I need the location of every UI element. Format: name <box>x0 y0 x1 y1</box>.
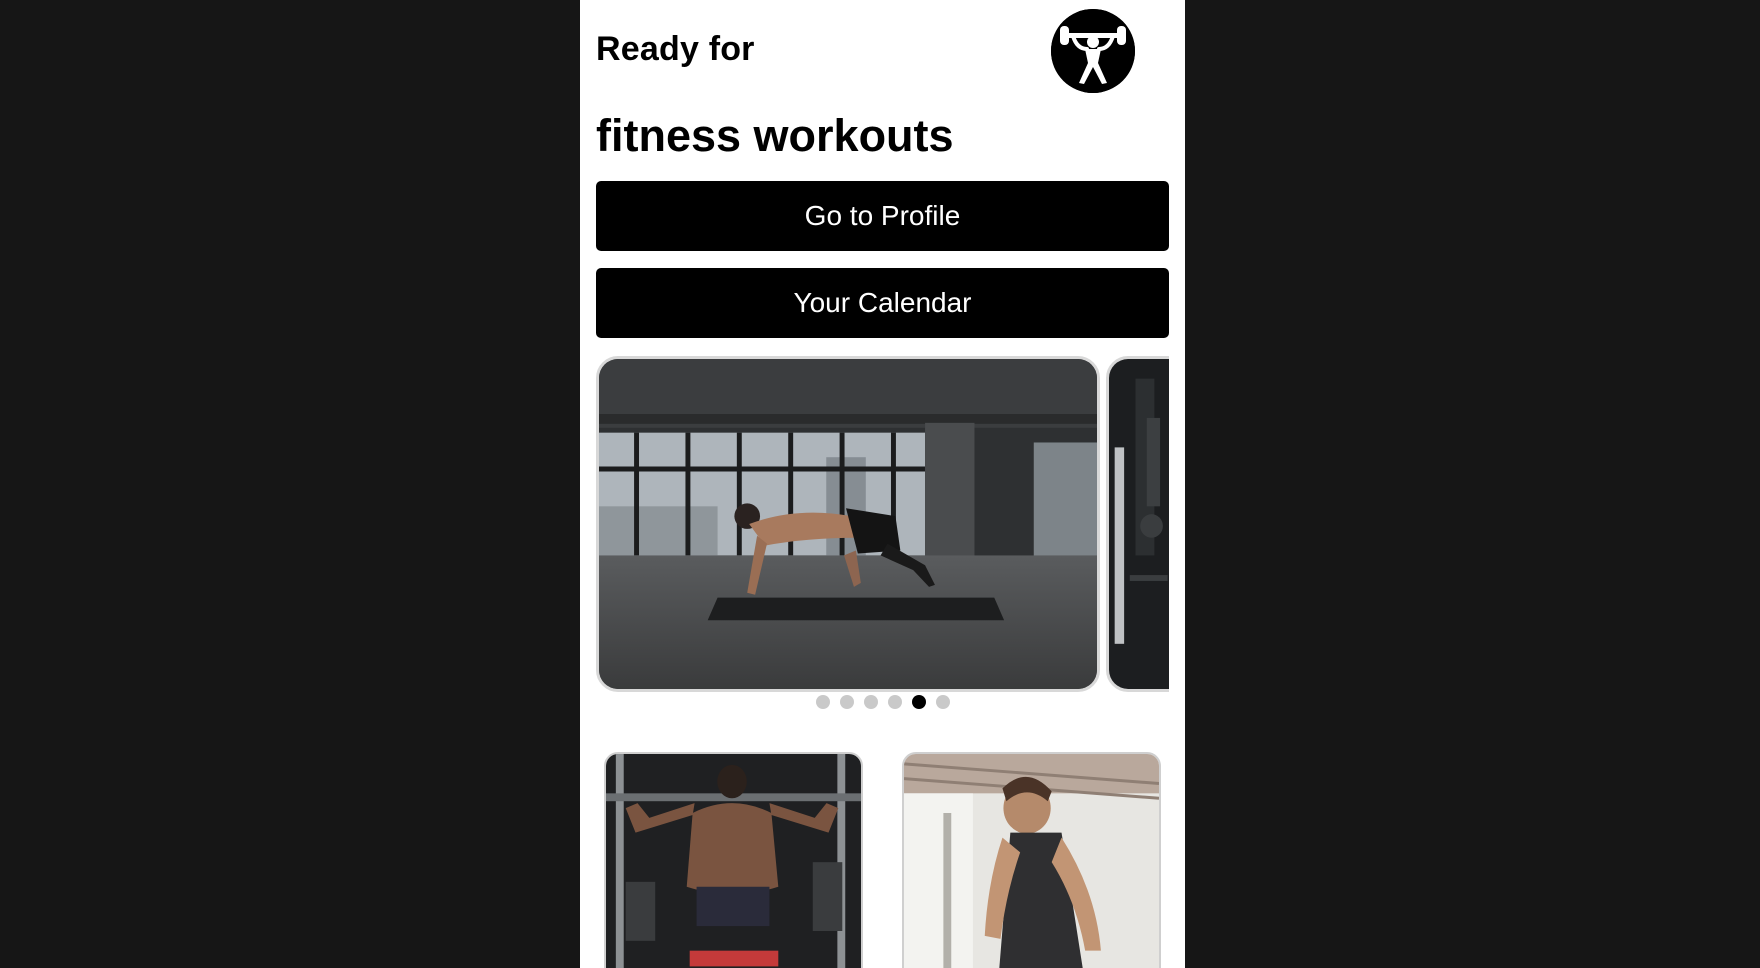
carousel-dot[interactable] <box>888 695 902 709</box>
workout-carousel[interactable] <box>596 356 1169 692</box>
workout-card-man[interactable] <box>902 752 1161 968</box>
workout-card-back[interactable] <box>604 752 863 968</box>
weightlifter-icon <box>1051 9 1135 93</box>
go-to-profile-button[interactable]: Go to Profile <box>596 181 1169 251</box>
app-screen: Ready for fitness workouts Go to Profile… <box>580 0 1185 968</box>
carousel-dot[interactable] <box>840 695 854 709</box>
gym-equipment-photo <box>1109 359 1169 689</box>
carousel-dot-active[interactable] <box>912 695 926 709</box>
carousel-dot[interactable] <box>816 695 830 709</box>
carousel-slide-next[interactable] <box>1106 356 1169 692</box>
man-in-tank-top-photo <box>904 754 1159 968</box>
greeting-text: Ready for <box>596 30 755 68</box>
carousel-dot[interactable] <box>864 695 878 709</box>
carousel-pagination <box>816 695 950 709</box>
carousel-dot[interactable] <box>936 695 950 709</box>
carousel-slide-active[interactable] <box>596 356 1100 692</box>
page-title: fitness workouts <box>596 110 954 161</box>
back-workout-photo <box>606 754 861 968</box>
mountain-climber-photo <box>599 359 1097 689</box>
your-calendar-button[interactable]: Your Calendar <box>596 268 1169 338</box>
